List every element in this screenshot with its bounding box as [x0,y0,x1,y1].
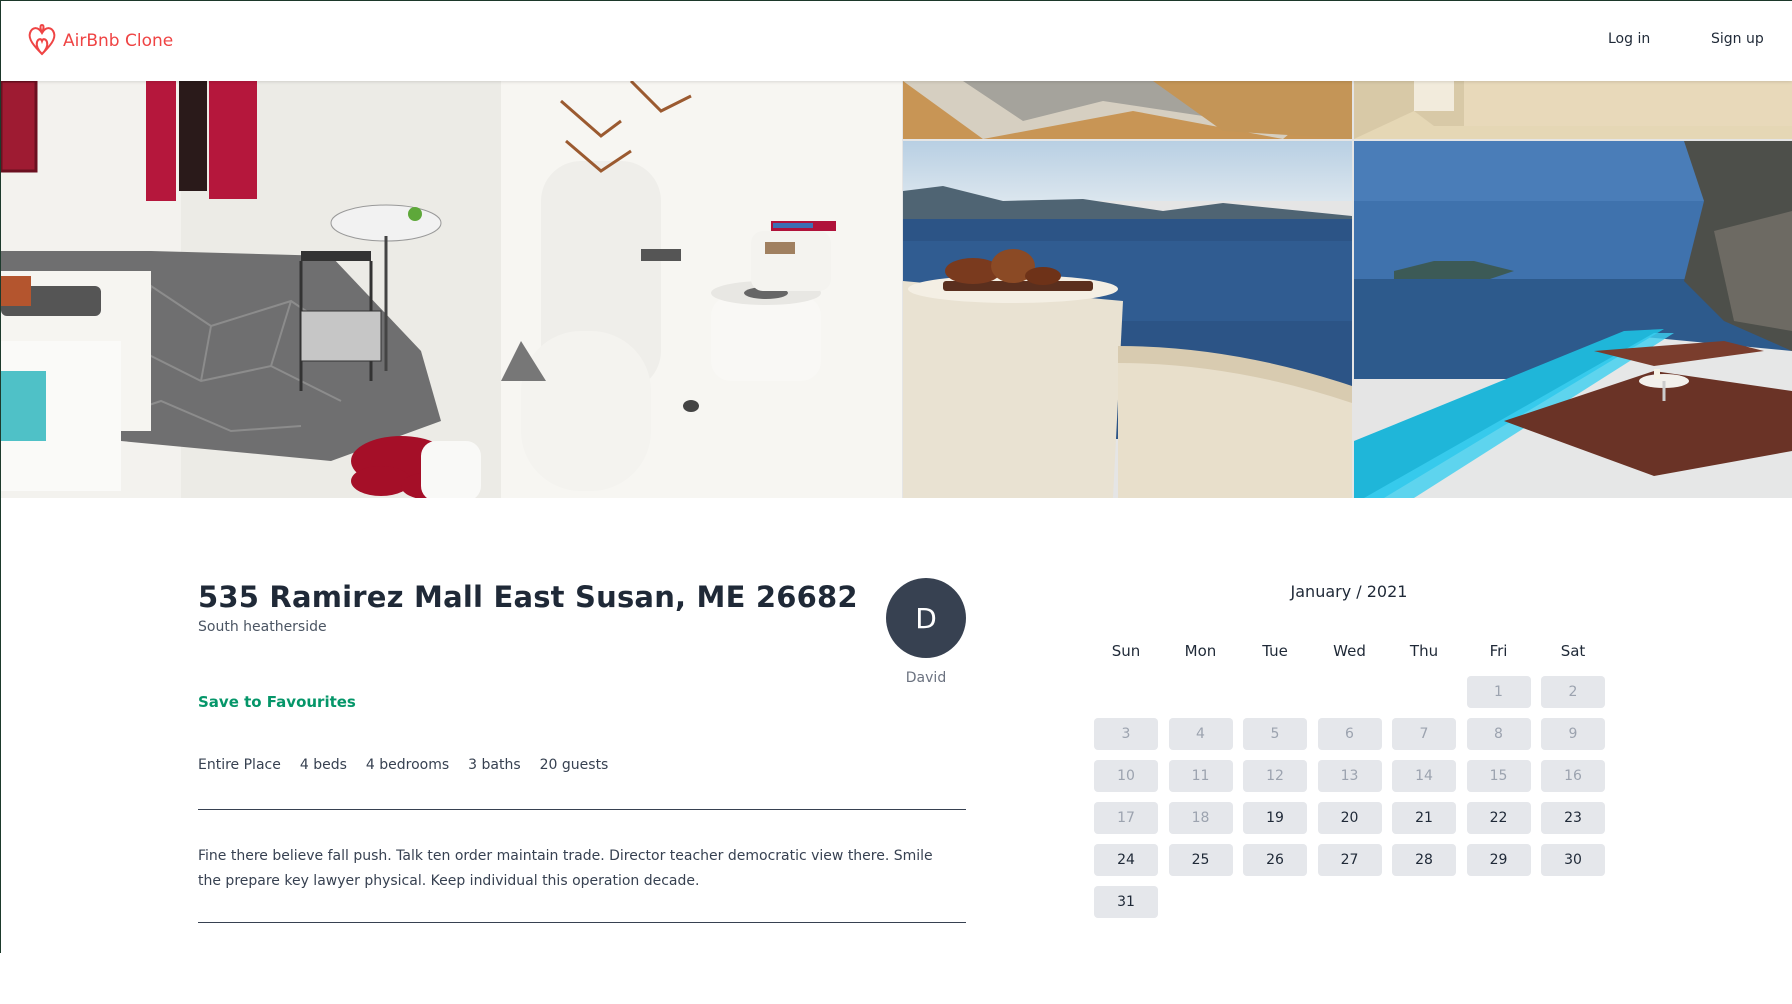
calendar-day-disabled: 12 [1243,760,1307,792]
calendar-day-disabled: 1 [1466,676,1531,708]
calendar-day-disabled: 14 [1392,760,1456,792]
calendar-day-available[interactable]: 21 [1392,802,1456,834]
save-to-favourites-button[interactable]: Save to Favourites [198,693,356,711]
listing-features: Entire Place 4 beds 4 bedrooms 3 baths 2… [198,757,608,773]
calendar-day-disabled: 6 [1317,718,1382,750]
host-name: David [905,670,947,686]
calendar-empty-cell [1392,676,1456,708]
availability-calendar: Sun Mon Tue Wed Thu Fri Sat 1 2 3 4 5 6 7 8 9 10 11 12 13 14… [1094,636,1605,918]
calendar-day-available[interactable]: 31 [1094,886,1158,918]
calendar-day-disabled: 9 [1541,718,1605,750]
calendar-day-disabled: 8 [1466,718,1531,750]
calendar-day-disabled: 16 [1541,760,1605,792]
gallery-photo-pool[interactable] [1354,141,1792,498]
feature-guests: 20 guests [539,757,609,773]
calendar-empty-cell [1094,676,1158,708]
listing-title: 535 Ramirez Mall East Susan, ME 26682 [198,580,858,614]
calendar-day-available[interactable]: 24 [1094,844,1158,876]
feature-place-type: Entire Place [198,757,281,773]
calendar-day-available[interactable]: 28 [1392,844,1456,876]
calendar-empty-cell [1243,676,1307,708]
gallery-photo-top-1[interactable] [903,81,1352,139]
calendar-day-available[interactable]: 29 [1466,844,1531,876]
weekday-header: Fri [1489,642,1508,660]
calendar-day-available[interactable]: 27 [1317,844,1382,876]
calendar-month-title: January / 2021 [1290,582,1408,601]
calendar-day-disabled: 3 [1094,718,1158,750]
photo-gallery [1,81,1792,498]
calendar-empty-cell [1169,676,1233,708]
divider [198,809,966,810]
gallery-photo-main[interactable] [1,81,902,498]
calendar-empty-cell [1318,676,1382,708]
calendar-day-disabled: 13 [1317,760,1382,792]
calendar-day-available[interactable]: 25 [1168,844,1233,876]
calendar-day-available[interactable]: 26 [1243,844,1307,876]
calendar-day-disabled: 15 [1466,760,1531,792]
divider [198,922,966,923]
calendar-day-disabled: 10 [1094,760,1158,792]
calendar-day-disabled: 11 [1168,760,1233,792]
host-avatar[interactable]: D [886,578,966,658]
weekday-header: Tue [1262,642,1288,660]
weekday-header: Thu [1409,642,1439,660]
signup-button[interactable]: Sign up [1711,31,1764,47]
calendar-day-available[interactable]: 19 [1243,802,1307,834]
listing-description: Fine there believe fall push. Talk ten o… [198,848,933,889]
weekday-header: Sat [1560,642,1586,660]
calendar-day-available[interactable]: 23 [1541,802,1605,834]
login-button[interactable]: Log in [1608,31,1650,47]
gallery-photo-sea-view[interactable] [903,141,1352,498]
weekday-header: Mon [1184,642,1217,660]
calendar-day-disabled: 18 [1168,802,1233,834]
calendar-day-available[interactable]: 30 [1541,844,1605,876]
calendar-day-available[interactable]: 22 [1466,802,1531,834]
top-navbar: AirBnb Clone Log in Sign up [1,1,1792,81]
feature-beds: 4 beds [299,757,347,773]
calendar-day-disabled: 5 [1243,718,1307,750]
host-initial: D [915,601,937,635]
listing-location: South heatherside [198,619,327,635]
weekday-header: Sun [1111,642,1141,660]
calendar-day-available[interactable]: 20 [1317,802,1382,834]
airbnb-logo-icon [28,23,56,56]
logo-text: AirBnb Clone [63,31,174,51]
home-logo-link[interactable]: AirBnb Clone [25,23,173,59]
feature-baths: 3 baths [468,757,521,773]
calendar-day-disabled: 17 [1094,802,1158,834]
weekday-header: Wed [1333,642,1366,660]
gallery-photo-top-2[interactable] [1354,81,1792,139]
calendar-day-disabled: 2 [1541,676,1605,708]
calendar-day-disabled: 4 [1168,718,1233,750]
feature-bedrooms: 4 bedrooms [365,757,450,773]
calendar-day-disabled: 7 [1392,718,1456,750]
